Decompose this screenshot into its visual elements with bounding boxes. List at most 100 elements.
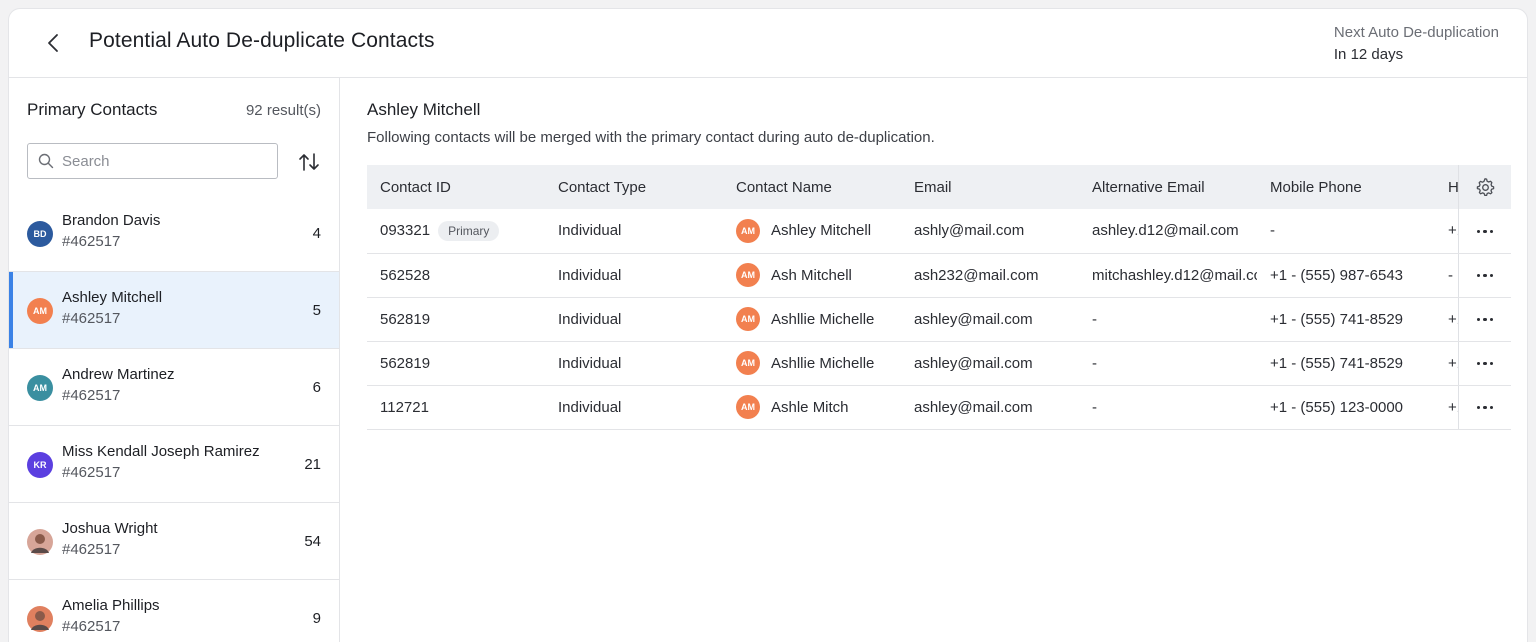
primary-badge: Primary — [438, 220, 500, 241]
contact-name: Miss Kendall Joseph Ramirez — [62, 443, 260, 460]
cell-truncated: +1 — [1435, 297, 1458, 342]
column-header-alternative-email[interactable]: Alternative Email — [1079, 165, 1257, 209]
cell-actions — [1457, 341, 1511, 386]
cell-email: ashley@mail.com — [901, 341, 1079, 386]
table-row[interactable]: 093321 Primary Individual AM Ashley Mitchell… — [367, 209, 1511, 254]
duplicate-count: 21 — [304, 456, 321, 473]
cell-mobile-phone: +1 - (555) 741-8529 — [1257, 341, 1435, 386]
search-input[interactable] — [62, 152, 252, 170]
merge-description: Following contacts will be merged with t… — [367, 129, 935, 146]
cell-alternative-email: mitchashley.d12@mail.cc — [1079, 253, 1257, 298]
cell-contact-name: AM Ashllie Michelle — [723, 297, 901, 342]
contact-name: Amelia Phillips — [62, 597, 160, 614]
cell-truncated: +1 — [1435, 341, 1458, 386]
column-header-mobile-phone[interactable]: Mobile Phone — [1257, 165, 1435, 209]
cell-actions — [1457, 385, 1511, 430]
contact-id-value: 112721 — [380, 398, 429, 416]
contact-name: Joshua Wright — [62, 520, 158, 537]
avatar: AM — [736, 263, 760, 287]
duplicate-count: 9 — [312, 610, 321, 627]
avatar: AM — [736, 351, 760, 375]
cell-alternative-email: - — [1079, 385, 1257, 430]
cell-contact-id: 562819 — [367, 341, 545, 386]
cell-contact-id: 562528 — [367, 253, 545, 298]
cell-actions — [1457, 209, 1511, 254]
cell-contact-type: Individual — [545, 385, 723, 430]
contact-id: #462517 — [62, 233, 121, 250]
avatar: AM — [736, 395, 760, 419]
table-header-row: Contact ID Contact Type Contact Name Ema… — [367, 165, 1511, 209]
contact-id: #462517 — [62, 387, 121, 404]
avatar: AM — [736, 218, 760, 243]
cell-contact-name: AM Ashley Mitchell — [723, 209, 901, 254]
contact-id-value: 093321 — [380, 221, 431, 239]
page-title: Potential Auto De-duplicate Contacts — [89, 29, 435, 52]
contact-name: Andrew Martinez — [62, 366, 175, 383]
table-row[interactable]: 562819 Individual AM Ashllie Michelle ashley… — [367, 297, 1511, 342]
sort-button[interactable] — [297, 150, 321, 174]
cell-contact-id: 562819 — [367, 297, 545, 342]
cell-mobile-phone: +1 - (555) 987-6543 — [1257, 253, 1435, 298]
column-header-contact-name[interactable]: Contact Name — [723, 165, 901, 209]
cell-mobile-phone: - — [1257, 209, 1435, 254]
result-count: 92 result(s) — [245, 102, 321, 119]
contact-list-item[interactable]: Amelia Phillips #462517 9 — [9, 580, 339, 642]
cell-mobile-phone: +1 - (555) 741-8529 — [1257, 297, 1435, 342]
contact-list-item[interactable]: Joshua Wright #462517 54 — [9, 503, 339, 580]
contact-name-value: Ash Mitchell — [771, 266, 852, 284]
contact-list-item[interactable]: BD Brandon Davis #462517 4 — [9, 195, 339, 272]
gear-icon[interactable] — [1475, 177, 1495, 197]
cell-truncated: +1 — [1435, 385, 1458, 430]
contact-name-value: Ashllie Michelle — [771, 354, 875, 372]
avatar: KR — [27, 452, 53, 478]
avatar — [27, 606, 53, 632]
column-header-contact-id[interactable]: Contact ID — [367, 165, 545, 209]
search-box[interactable] — [27, 143, 278, 179]
sort-arrows-icon — [299, 153, 319, 171]
contact-name-value: Ashley Mitchell — [771, 222, 872, 240]
cell-alternative-email: ashley.d12@mail.com — [1079, 209, 1257, 254]
contact-id-value: 562819 — [380, 354, 431, 372]
contact-list-item[interactable]: AM Ashley Mitchell #462517 5 — [9, 272, 339, 349]
contact-name-value: Ashllie Michelle — [771, 310, 875, 328]
cell-contact-name: AM Ashle Mitch — [723, 385, 901, 430]
back-button[interactable] — [39, 29, 67, 57]
more-options-icon[interactable] — [1476, 266, 1493, 286]
duplicates-table-wrap: Contact ID Contact Type Contact Name Ema… — [367, 165, 1511, 430]
table-row[interactable]: 562528 Individual AM Ash Mitchell ash232@mai… — [367, 253, 1511, 298]
more-options-icon[interactable] — [1476, 221, 1493, 241]
table-row[interactable]: 112721 Individual AM Ashle Mitch ashley@mail… — [367, 385, 1511, 430]
contact-list: BD Brandon Davis #462517 4 AM Ashley Mitchell… — [9, 195, 339, 642]
cell-contact-type: Individual — [545, 341, 723, 386]
cell-email: ashley@mail.com — [901, 297, 1079, 342]
cell-contact-name: AM Ashllie Michelle — [723, 341, 901, 386]
duplicate-count: 6 — [312, 379, 321, 396]
search-icon — [38, 153, 54, 169]
contact-id: #462517 — [62, 310, 121, 327]
column-header-contact-type[interactable]: Contact Type — [545, 165, 723, 209]
panel-title: Primary Contacts — [27, 100, 158, 119]
avatar: AM — [27, 298, 53, 324]
cell-contact-name: AM Ash Mitchell — [723, 253, 901, 298]
contact-list-item[interactable]: KR Miss Kendall Joseph Ramirez #462517 21 — [9, 426, 339, 503]
cell-email: ashley@mail.com — [901, 385, 1079, 430]
more-options-icon[interactable] — [1476, 310, 1493, 330]
cell-truncated: +1 — [1435, 209, 1458, 254]
column-header-email[interactable]: Email — [901, 165, 1079, 209]
more-options-icon[interactable] — [1476, 354, 1493, 374]
contact-name: Brandon Davis — [62, 212, 161, 229]
cell-contact-type: Individual — [545, 297, 723, 342]
cell-contact-id: 093321 Primary — [367, 209, 545, 254]
cell-contact-type: Individual — [545, 209, 723, 254]
table-row[interactable]: 562819 Individual AM Ashllie Michelle ashley… — [367, 341, 1511, 386]
page-header: Potential Auto De-duplicate Contacts Nex… — [9, 9, 1527, 78]
cell-truncated: - — [1435, 253, 1458, 298]
contact-list-item[interactable]: AM Andrew Martinez #462517 6 — [9, 349, 339, 426]
column-header-truncated[interactable]: H — [1435, 165, 1458, 209]
cell-alternative-email: - — [1079, 297, 1257, 342]
cell-alternative-email: - — [1079, 341, 1257, 386]
cell-actions — [1457, 297, 1511, 342]
more-options-icon[interactable] — [1476, 398, 1493, 418]
chevron-left-icon — [48, 34, 58, 52]
column-settings[interactable] — [1457, 165, 1511, 209]
